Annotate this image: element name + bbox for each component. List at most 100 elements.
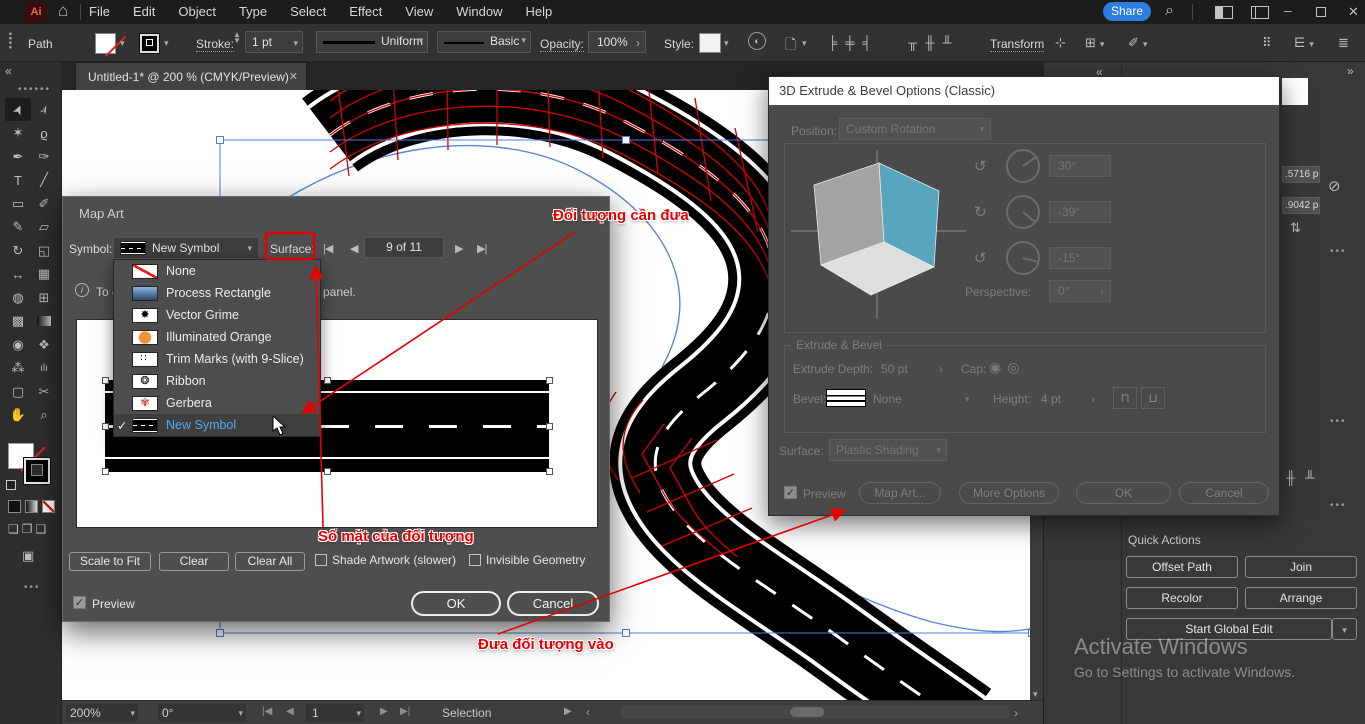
preview-handle[interactable] — [546, 468, 553, 475]
style-chevron[interactable]: ▾ — [724, 38, 729, 49]
global-edit-chevron[interactable]: ▾ — [1332, 618, 1357, 640]
artboard-tool-icon[interactable]: ▢ — [5, 380, 31, 403]
slice-tool-icon[interactable]: ✂ — [31, 380, 57, 403]
prev-artboard-icon[interactable]: ◀ — [286, 706, 294, 717]
opacity-value[interactable]: 100%› — [588, 31, 646, 53]
document-options-chevron[interactable]: ▾ — [802, 38, 807, 49]
type-tool-icon[interactable]: T — [5, 169, 31, 192]
status-back-icon[interactable]: ‹ — [586, 705, 590, 719]
line-segment-tool-icon[interactable]: ╱ — [31, 169, 57, 192]
recolor-button[interactable]: Recolor — [1126, 587, 1238, 609]
document-options-icon[interactable]: 🗋 — [785, 34, 796, 58]
position-select[interactable]: Custom Rotation▾ — [839, 118, 991, 140]
panel-grid-icon[interactable]: ⠿ — [1262, 35, 1272, 51]
share-button[interactable]: Share — [1103, 2, 1151, 21]
paragraph-panel-icon[interactable]: ⋿▾ — [1294, 35, 1314, 51]
menu-object[interactable]: Object — [178, 4, 216, 19]
zoom-tool-icon[interactable]: ⌕ — [31, 404, 57, 427]
menu-type[interactable]: Type — [239, 4, 267, 19]
symbol-option-process-rectangle[interactable]: Process Rectangle — [114, 282, 320, 304]
fill-chevron[interactable]: ▾ — [164, 38, 169, 49]
menu-view[interactable]: View — [405, 4, 433, 19]
bevel-value[interactable]: None — [873, 392, 902, 406]
align-more-icon[interactable]: ••• — [1330, 500, 1347, 511]
menu-select[interactable]: Select — [290, 4, 326, 19]
extrude-cancel-button[interactable]: Cancel — [1179, 482, 1269, 504]
width-field[interactable]: .5716 p — [1282, 166, 1320, 183]
map-art-preview-label[interactable]: Preview — [92, 597, 135, 611]
more-tools-icon[interactable]: ••• — [24, 582, 41, 593]
minimize-icon[interactable]: – — [1284, 2, 1292, 18]
free-transform-tool-icon[interactable]: ▦ — [31, 263, 57, 286]
first-artboard-icon[interactable]: |◀ — [262, 706, 272, 717]
horizontal-scrollbar[interactable] — [620, 705, 1010, 719]
rectangle-tool-icon[interactable]: ▭ — [5, 192, 31, 215]
clear-button[interactable]: Clear — [159, 552, 229, 571]
paintbrush-tool-icon[interactable]: ✐ — [31, 192, 57, 215]
none-mode-icon[interactable] — [42, 500, 55, 513]
extrude-depth-value[interactable]: 50 pt — [881, 362, 908, 376]
invisible-geometry-label[interactable]: Invisible Geometry — [486, 553, 585, 567]
preview-handle[interactable] — [546, 377, 553, 384]
link-dimensions-icon[interactable]: ⊘ — [1328, 177, 1341, 195]
zoom-level-select[interactable]: 200%▾ — [66, 704, 138, 722]
symbol-select[interactable]: New Symbol ▾ — [113, 237, 259, 259]
extrude-preview-checkbox[interactable]: ✓ — [784, 486, 797, 499]
offset-path-button[interactable]: Offset Path — [1126, 556, 1238, 578]
menu-help[interactable]: Help — [525, 4, 552, 19]
more-options-button[interactable]: More Options — [959, 482, 1059, 504]
align-shortcut-icons[interactable]: ╫╨ — [1286, 470, 1324, 485]
pencil-tool-icon[interactable]: ✎ — [5, 216, 31, 239]
bevel-extent-out-icon[interactable]: ⊓ — [1113, 387, 1137, 409]
width-profile-select[interactable]: Uniform ▾ — [316, 31, 428, 53]
preview-handle[interactable] — [102, 468, 109, 475]
document-setup-globe-icon[interactable]: ◐ — [748, 32, 766, 50]
appearance-more-icon[interactable]: ••• — [1330, 416, 1347, 427]
width-tool-icon[interactable]: ↔ — [5, 263, 31, 286]
symbol-sprayer-tool-icon[interactable]: ⁂ — [5, 357, 31, 380]
restore-icon[interactable] — [1316, 7, 1326, 17]
last-artboard-icon[interactable]: ▶| — [400, 706, 410, 717]
rotate-x-dial[interactable] — [1006, 149, 1040, 183]
rotate-z-value[interactable]: -15° — [1049, 247, 1111, 269]
align-horizontal-icons[interactable]: ╞╪╡ — [828, 35, 880, 50]
curvature-tool-icon[interactable]: ✑ — [31, 145, 57, 168]
fill-swatch[interactable] — [140, 34, 159, 53]
align-vertical-icons[interactable]: ╥╫╨ — [908, 35, 960, 50]
next-surface-icon[interactable]: ▶ — [455, 242, 463, 255]
opacity-label[interactable]: Opacity: — [540, 37, 584, 52]
height-value[interactable]: 4 pt — [1041, 392, 1061, 406]
symbol-option-ribbon[interactable]: ❂ Ribbon — [114, 370, 320, 392]
stroke-stepper[interactable]: ▲▼ — [233, 32, 241, 44]
color-mode-icon[interactable] — [8, 500, 21, 513]
map-art-button[interactable]: Map Art... — [859, 482, 941, 504]
symbol-option-new-symbol-selected[interactable]: ✓ New Symbol — [114, 414, 320, 436]
home-icon[interactable]: ⌂ — [58, 1, 68, 21]
isolate-mode-icon[interactable]: ✐▾ — [1128, 35, 1147, 51]
perspective-grid-tool-icon[interactable]: ⊞ — [31, 286, 57, 309]
mesh-tool-icon[interactable]: ▩ — [5, 310, 31, 333]
scroll-right-icon[interactable]: › — [1014, 706, 1018, 720]
gradient-tool-icon[interactable] — [31, 310, 57, 333]
magic-wand-tool-icon[interactable]: ✶ — [5, 122, 31, 145]
shape-builder-tool-icon[interactable]: ◍ — [5, 286, 31, 309]
workspace-icon[interactable] — [1215, 6, 1233, 19]
arrange-button[interactable]: Arrange — [1245, 587, 1357, 609]
preview-handle[interactable] — [546, 423, 553, 430]
expand-panel-icon[interactable]: » — [1347, 64, 1354, 78]
shade-artwork-label[interactable]: Shade Artwork (slower) — [332, 553, 456, 567]
eyedropper-tool-icon[interactable]: ◉ — [5, 333, 31, 356]
scrollbar-thumb[interactable] — [790, 707, 824, 717]
symbol-option-illuminated-orange[interactable]: Illuminated Orange — [114, 326, 320, 348]
map-art-cancel-button[interactable]: Cancel — [507, 591, 599, 616]
surface-select[interactable]: Plastic Shading▾ — [829, 439, 947, 461]
menu-file[interactable]: File — [89, 4, 110, 19]
rotate-tool-icon[interactable]: ↻ — [5, 239, 31, 262]
free-distort-icon[interactable]: ⊹ — [1055, 35, 1066, 51]
transform-label[interactable]: Transform — [990, 37, 1044, 52]
rotate-z-dial[interactable] — [1006, 241, 1040, 275]
surface-number-field[interactable]: 9 of 11 — [364, 237, 444, 258]
extrude-ok-button[interactable]: OK — [1076, 482, 1171, 504]
swap-dimensions-icon[interactable]: ⇅ — [1290, 220, 1301, 236]
rotate-x-value[interactable]: 30° — [1049, 155, 1111, 177]
